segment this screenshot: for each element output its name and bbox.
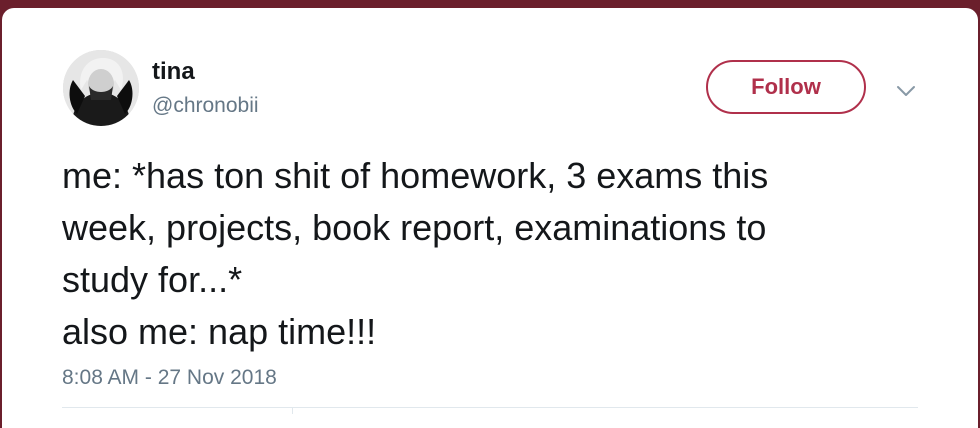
user-name[interactable]: tina xyxy=(152,58,195,86)
avatar[interactable] xyxy=(63,50,139,126)
tweet-timestamp[interactable]: 8:08 AM - 27 Nov 2018 xyxy=(62,366,277,390)
tweet-line: also me: nap time!!! xyxy=(62,311,377,352)
tweet-line: me: *has ton shit of homework, 3 exams t… xyxy=(62,155,769,196)
tweet-line: week, projects, book report, examination… xyxy=(62,207,767,248)
avatar-image xyxy=(63,50,139,126)
follow-button[interactable]: Follow xyxy=(706,60,866,114)
user-handle[interactable]: @chronobii xyxy=(152,94,259,118)
tweet-line: study for...* xyxy=(62,259,243,300)
divider-tick xyxy=(292,407,293,414)
divider xyxy=(62,407,918,408)
tweet-text: me: *has ton shit of homework, 3 exams t… xyxy=(62,150,942,358)
chevron-down-icon xyxy=(897,86,915,96)
more-options-button[interactable] xyxy=(893,78,919,104)
